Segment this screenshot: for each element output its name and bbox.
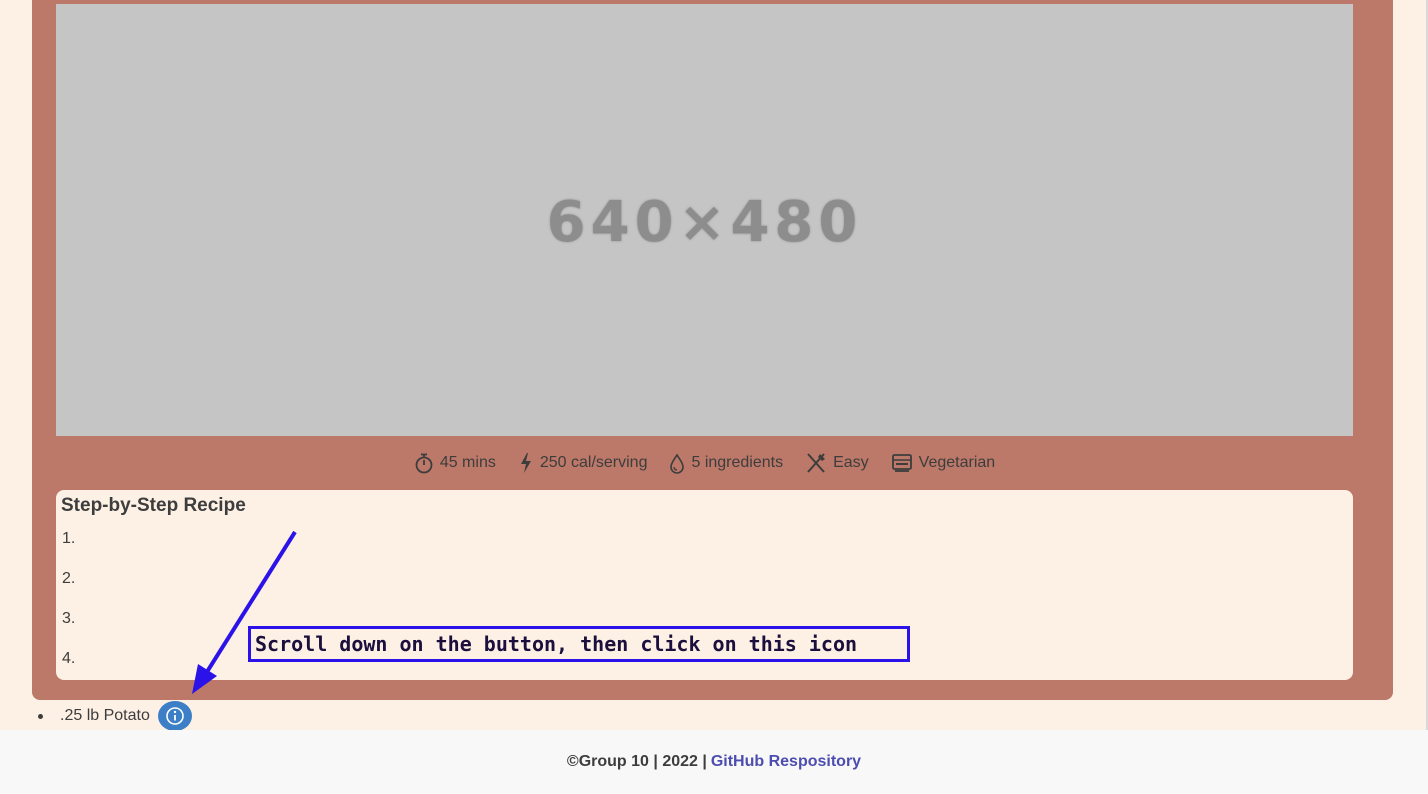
meta-ingredients-label: 5 ingredients	[691, 454, 784, 471]
step-item: 1.	[62, 530, 76, 547]
step-item: 2.	[62, 570, 76, 587]
steps-title: Step-by-Step Recipe	[61, 495, 246, 516]
ingredient-label: .25 lb Potato	[60, 707, 150, 724]
page: 640×480 45 mins 250 cal/serving 5 ingred…	[0, 0, 1428, 794]
recipe-image-placeholder: 640×480	[56, 4, 1353, 436]
meta-calories-label: 250 cal/serving	[539, 454, 648, 471]
footer: ©Group 10 | 2022 | GitHub Respository	[0, 730, 1428, 794]
meta-ingredients: 5 ingredients	[669, 452, 783, 474]
placeholder-label: 640×480	[546, 189, 863, 255]
info-button[interactable]	[157, 701, 192, 731]
utensils-icon	[805, 452, 827, 474]
info-icon	[166, 707, 184, 725]
droplet-icon	[669, 452, 685, 474]
meta-difficulty-label: Easy	[833, 454, 869, 471]
food-tray-icon	[891, 452, 913, 474]
meta-calories: 250 cal/serving	[518, 452, 648, 474]
footer-copyright: ©Group 10 | 2022 |	[566, 753, 707, 770]
recipe-meta-row: 45 mins 250 cal/serving 5 ingredients Ea…	[56, 448, 1353, 478]
recipe-card: 640×480 45 mins 250 cal/serving 5 ingred…	[32, 0, 1393, 700]
annotation-callout: Scroll down on the button, then click on…	[248, 626, 910, 662]
meta-diet: Vegetarian	[891, 452, 996, 474]
stopwatch-icon	[414, 452, 434, 474]
bullet-icon	[38, 713, 43, 719]
meta-time: 45 mins	[414, 452, 496, 474]
step-item: 3.	[62, 610, 76, 627]
ingredient-list-item: .25 lb Potato	[38, 701, 192, 731]
meta-diet-label: Vegetarian	[918, 454, 996, 471]
github-repository-link[interactable]: GitHub Respository	[711, 753, 861, 771]
step-item: 4.	[62, 650, 76, 667]
meta-time-label: 45 mins	[439, 454, 496, 471]
meta-difficulty: Easy	[805, 452, 869, 474]
lightning-icon	[518, 452, 534, 474]
